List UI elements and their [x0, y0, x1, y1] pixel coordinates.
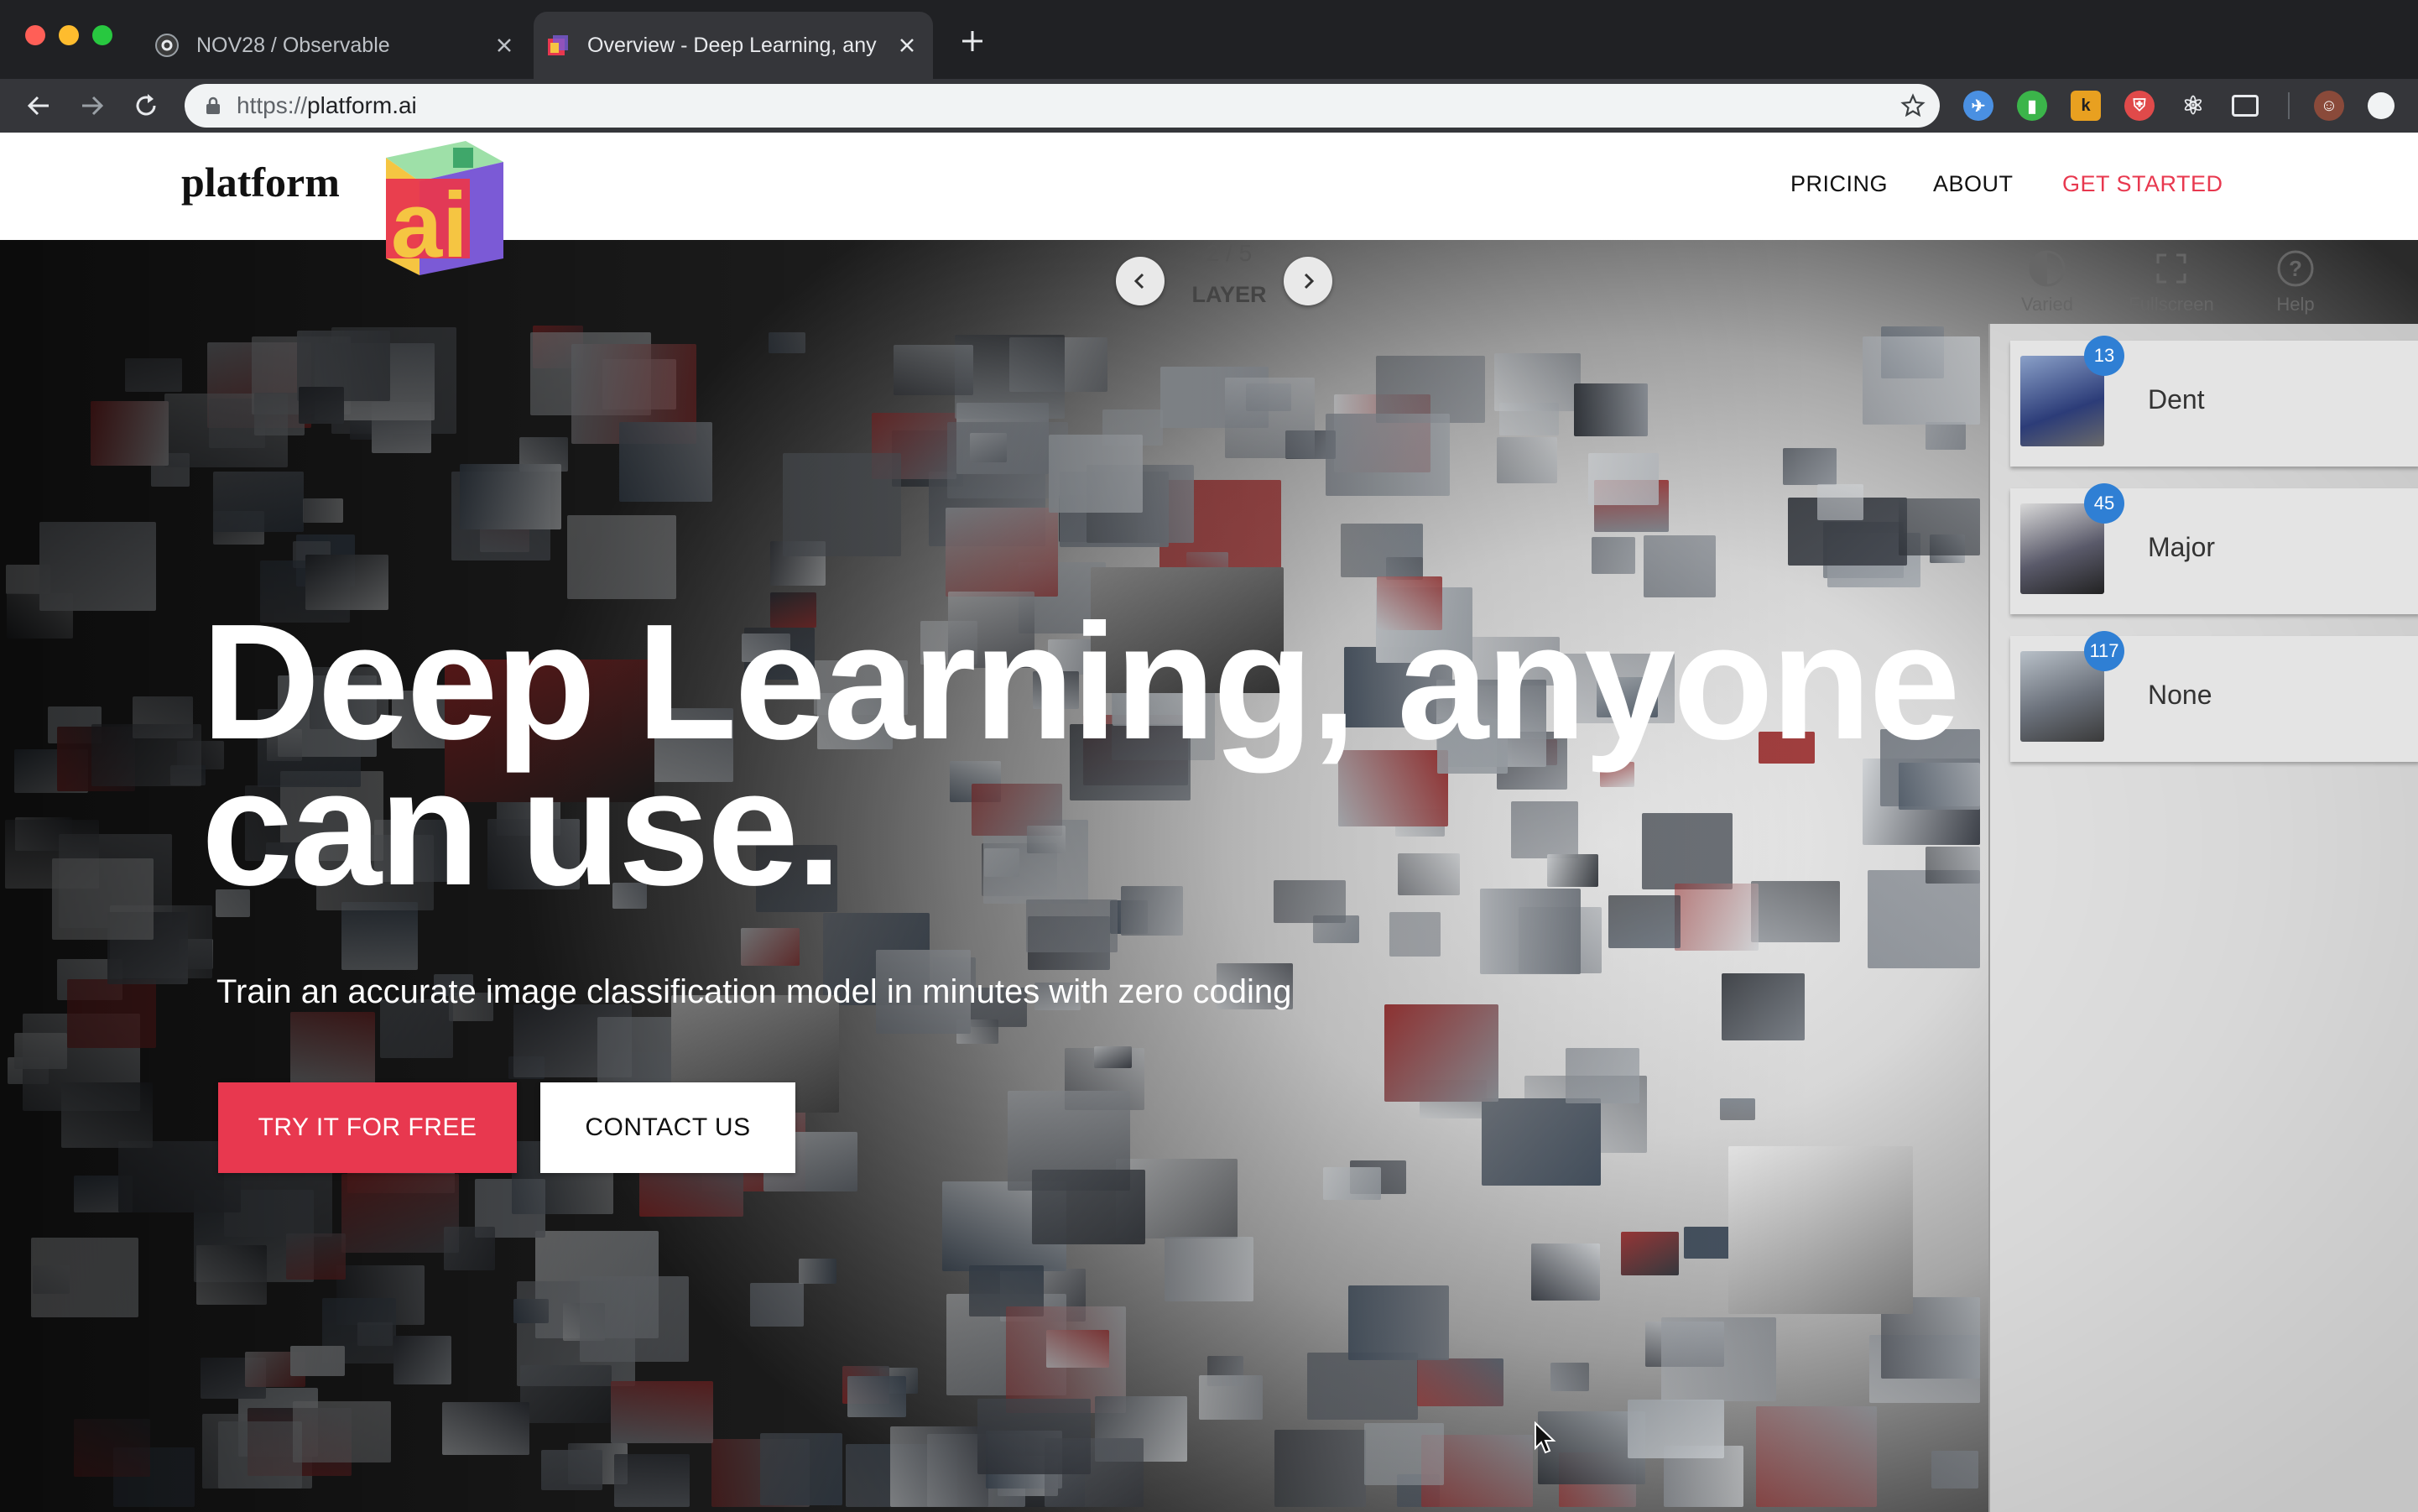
observable-favicon-icon	[155, 34, 179, 57]
tab-platform-ai[interactable]: Overview - Deep Learning, any	[534, 12, 933, 79]
lock-icon	[206, 96, 220, 114]
paperplane-icon[interactable]: ✈	[1963, 91, 1993, 121]
brand-logo-text[interactable]: platform	[181, 158, 340, 206]
close-icon[interactable]	[896, 34, 918, 56]
browser-tab-bar: NOV28 / Observable Overview - Deep Learn…	[0, 0, 2418, 79]
hero-subtitle: Train an accurate image classification m…	[216, 973, 1292, 1010]
reload-icon[interactable]	[129, 89, 163, 123]
close-window-button[interactable]	[25, 25, 45, 45]
toolbar-divider	[2288, 92, 2290, 119]
tab-title: Overview - Deep Learning, any	[587, 33, 877, 57]
platform-ai-favicon-icon	[548, 35, 568, 55]
class-label: Dent	[2148, 384, 2205, 414]
page-content: platform PRICING ABOUT GET STARTED ai 2 …	[0, 133, 2418, 1512]
browser-toolbar: https://platform.ai ✈ ▮ k ⛨ ⚛ ☺	[0, 79, 2418, 133]
avatar[interactable]: ☺	[2314, 91, 2344, 121]
class-card-major[interactable]: 45 Major	[2010, 483, 2418, 614]
class-count-badge: 117	[2084, 631, 2124, 671]
layer-label: LAYER	[1191, 282, 1267, 307]
help-label: Help	[2276, 294, 2315, 315]
contact-us-button[interactable]: CONTACT US	[540, 1082, 795, 1173]
address-bar[interactable]: https://platform.ai	[185, 84, 1940, 128]
previous-layer-button[interactable]	[1116, 257, 1165, 305]
class-count-badge: 13	[2084, 336, 2124, 376]
varied-toggle[interactable]: Varied	[1997, 248, 2098, 315]
varied-label: Varied	[2021, 294, 2073, 315]
class-label: None	[2148, 680, 2212, 710]
shield-icon[interactable]: ⛨	[2124, 91, 2155, 121]
url-host: platform.ai	[307, 92, 417, 118]
nav-pricing[interactable]: PRICING	[1790, 171, 1888, 197]
minimize-window-button[interactable]	[59, 25, 79, 45]
forward-arrow-icon[interactable]	[76, 89, 109, 123]
help-icon: ?	[2277, 250, 2314, 287]
class-panel: 13 Dent 45 Major 117 None	[1988, 324, 2418, 1512]
k-icon[interactable]: k	[2071, 91, 2101, 121]
class-card-none[interactable]: 117 None	[2010, 631, 2418, 762]
url-scheme: https://	[237, 92, 308, 118]
fullscreen-label: Fullscreen	[2129, 294, 2214, 315]
new-tab-icon[interactable]	[955, 23, 990, 59]
layer-count: 2 / 5	[1206, 240, 1253, 266]
hero-headline: Deep Learning, anyone can use.	[201, 600, 1963, 910]
profile-circle-icon[interactable]	[2368, 92, 2395, 119]
try-it-for-free-button[interactable]: TRY IT FOR FREE	[218, 1082, 517, 1173]
tab-observable[interactable]: NOV28 / Observable	[143, 12, 530, 79]
fullscreen-icon	[2156, 253, 2186, 284]
platform-ai-cube-logo[interactable]: ai	[369, 133, 512, 275]
svg-text:?: ?	[2289, 256, 2302, 281]
layer-navigator: 2 / 5 LAYER	[1116, 240, 1342, 324]
chevron-left-icon	[1133, 273, 1144, 289]
back-arrow-icon[interactable]	[22, 89, 55, 123]
class-label: Major	[2148, 532, 2216, 562]
tab-title: NOV28 / Observable	[196, 33, 390, 57]
next-layer-button[interactable]	[1284, 257, 1332, 305]
class-card-dent[interactable]: 13 Dent	[2010, 336, 2418, 467]
site-header: platform PRICING ABOUT GET STARTED	[0, 133, 2418, 240]
react-icon[interactable]: ⚛	[2178, 91, 2208, 121]
close-icon[interactable]	[493, 34, 515, 56]
logo-letters: ai	[391, 174, 468, 275]
chevron-right-icon	[1304, 273, 1315, 289]
url-text: https://platform.ai	[237, 92, 1899, 119]
mouse-cursor-icon	[1535, 1421, 1556, 1454]
class-count-badge: 45	[2084, 483, 2124, 524]
help-button[interactable]: ? Help	[2245, 248, 2346, 315]
nav-get-started[interactable]: GET STARTED	[2062, 171, 2223, 197]
contrast-icon	[2029, 250, 2066, 287]
fullscreen-button[interactable]: Fullscreen	[2121, 248, 2222, 315]
bookmark-star-icon[interactable]	[1899, 92, 1926, 119]
pip-icon[interactable]	[2232, 95, 2259, 117]
hero-section: 2 / 5 LAYER Varied Fullscreen ? Help 13 …	[0, 240, 2418, 1512]
maximize-window-button[interactable]	[92, 25, 112, 45]
nav-about[interactable]: ABOUT	[1933, 171, 2014, 197]
headline-line-2: can use.	[201, 736, 842, 920]
pushbullet-icon[interactable]: ▮	[2017, 91, 2047, 121]
